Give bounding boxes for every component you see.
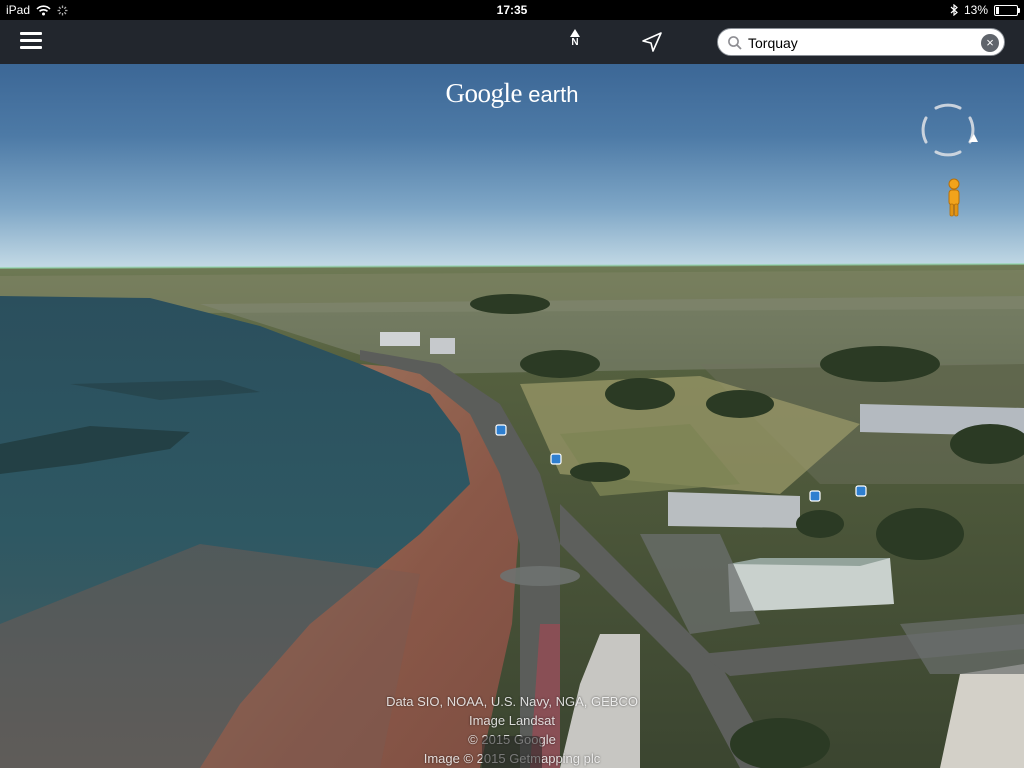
search-input[interactable]	[748, 33, 968, 53]
menu-button[interactable]	[20, 32, 42, 52]
compass-icon[interactable]	[916, 98, 980, 162]
menu-icon-bar	[20, 32, 42, 35]
north-arrow-icon	[570, 29, 580, 37]
bluetooth-icon	[950, 4, 958, 16]
clock: 17:35	[496, 3, 528, 17]
north-label: N	[571, 37, 579, 48]
earth-viewport[interactable]: Google earth Data SIO, NOAA, U.S. Navy, …	[0, 64, 1024, 768]
google-earth-logo: Google earth	[0, 78, 1024, 109]
attribution-line: Image Landsat	[468, 713, 555, 728]
terrain	[0, 263, 1024, 768]
location-arrow-icon[interactable]	[638, 28, 666, 56]
menu-icon-bar	[20, 39, 42, 42]
logo-earth: earth	[528, 82, 579, 107]
clear-icon[interactable]: ×	[981, 34, 999, 52]
logo-google: Google	[445, 78, 523, 108]
battery-percent: 13%	[963, 3, 988, 17]
menu-icon-bar	[20, 46, 42, 49]
battery-icon	[994, 4, 1020, 16]
attribution-handle[interactable]	[482, 736, 542, 768]
magnifier-icon	[728, 36, 742, 50]
search-box: ×	[717, 28, 1005, 56]
pegman-icon[interactable]	[944, 178, 964, 218]
attribution-line: Data SIO, NOAA, U.S. Navy, NGA, GEBCO	[386, 694, 638, 709]
status-bar: iPad 17:35 13%	[0, 0, 1024, 20]
reset-north-button[interactable]: N	[564, 29, 586, 55]
toolbar: N ×	[0, 20, 1024, 64]
